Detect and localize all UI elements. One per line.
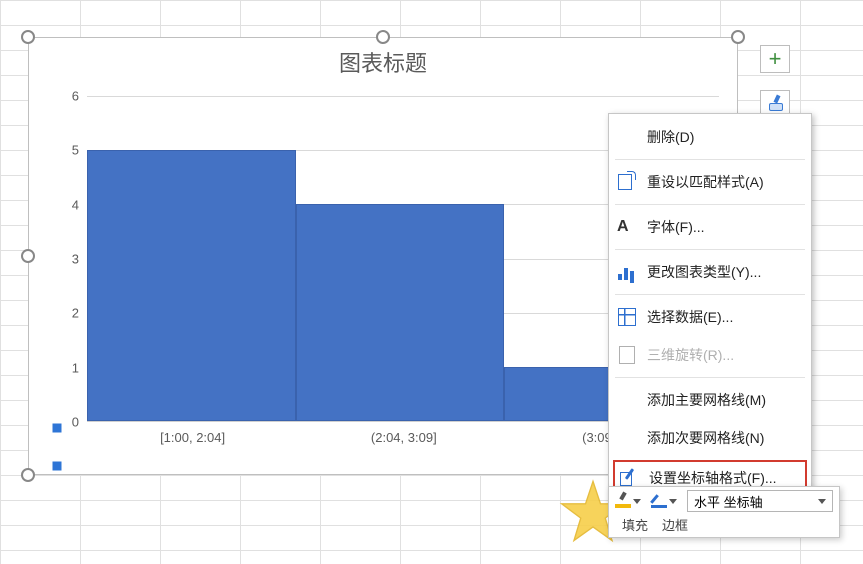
chevron-down-icon [818,499,826,504]
font-icon: A [617,217,637,237]
menu-delete[interactable]: 删除(D) [609,118,811,156]
separator [615,377,805,378]
blank-icon [617,127,637,147]
axis-handle[interactable] [53,462,62,471]
y-tick: 2 [72,306,79,321]
menu-select-data[interactable]: 选择数据(E)... [609,298,811,336]
paint-bucket-icon [615,494,631,508]
chart-title[interactable]: 图表标题 [29,46,737,78]
selection-handle[interactable] [731,30,745,44]
separator [615,159,805,160]
menu-change-chart-type[interactable]: 更改图表类型(Y)... [609,253,811,291]
y-tick: 4 [72,197,79,212]
chevron-down-icon [633,499,641,504]
y-axis[interactable]: 0 1 2 3 4 5 6 [59,96,83,422]
selection-handle[interactable] [21,249,35,263]
gridline [87,96,719,97]
fill-color-button[interactable] [615,494,641,508]
menu-add-major-gridlines[interactable]: 添加主要网格线(M) [609,381,811,419]
outline-color-button[interactable] [651,494,677,508]
mini-toolbar: 水平 坐标轴 填充 边框 [608,486,840,538]
fill-label: 填充 [615,515,655,533]
menu-add-minor-gridlines[interactable]: 添加次要网格线(N) [609,419,811,457]
chart-element-selector[interactable]: 水平 坐标轴 [687,490,833,512]
y-tick: 1 [72,360,79,375]
context-menu: 删除(D) 重设以匹配样式(A) A 字体(F)... 更改图表类型(Y)...… [608,113,812,504]
bar-2[interactable] [296,204,505,421]
blank-icon [617,390,637,410]
border-label: 边框 [655,515,695,533]
x-tick: (2:04, 3:09] [371,430,437,445]
separator [615,249,805,250]
pen-icon [651,494,667,508]
y-tick: 3 [72,252,79,267]
separator [615,294,805,295]
bar-1[interactable] [87,150,296,421]
selection-handle[interactable] [376,30,390,44]
y-tick: 6 [72,89,79,104]
reset-icon [617,172,637,192]
cube-icon [617,345,637,365]
y-tick: 0 [72,415,79,430]
separator [615,204,805,205]
grid-icon [617,307,637,327]
chart-icon [617,262,637,282]
selection-handle[interactable] [21,30,35,44]
menu-font[interactable]: A 字体(F)... [609,208,811,246]
plus-icon: + [769,46,782,72]
brush-icon [767,97,783,111]
y-tick: 5 [72,143,79,158]
chart-elements-button[interactable]: + [760,45,790,73]
blank-icon [617,428,637,448]
chevron-down-icon [669,499,677,504]
menu-reset-style[interactable]: 重设以匹配样式(A) [609,163,811,201]
menu-3d-rotation: 三维旋转(R)... [609,336,811,374]
x-tick: [1:00, 2:04] [160,430,225,445]
combo-value: 水平 坐标轴 [694,492,763,511]
axis-handle[interactable] [53,424,62,433]
selection-handle[interactable] [21,468,35,482]
